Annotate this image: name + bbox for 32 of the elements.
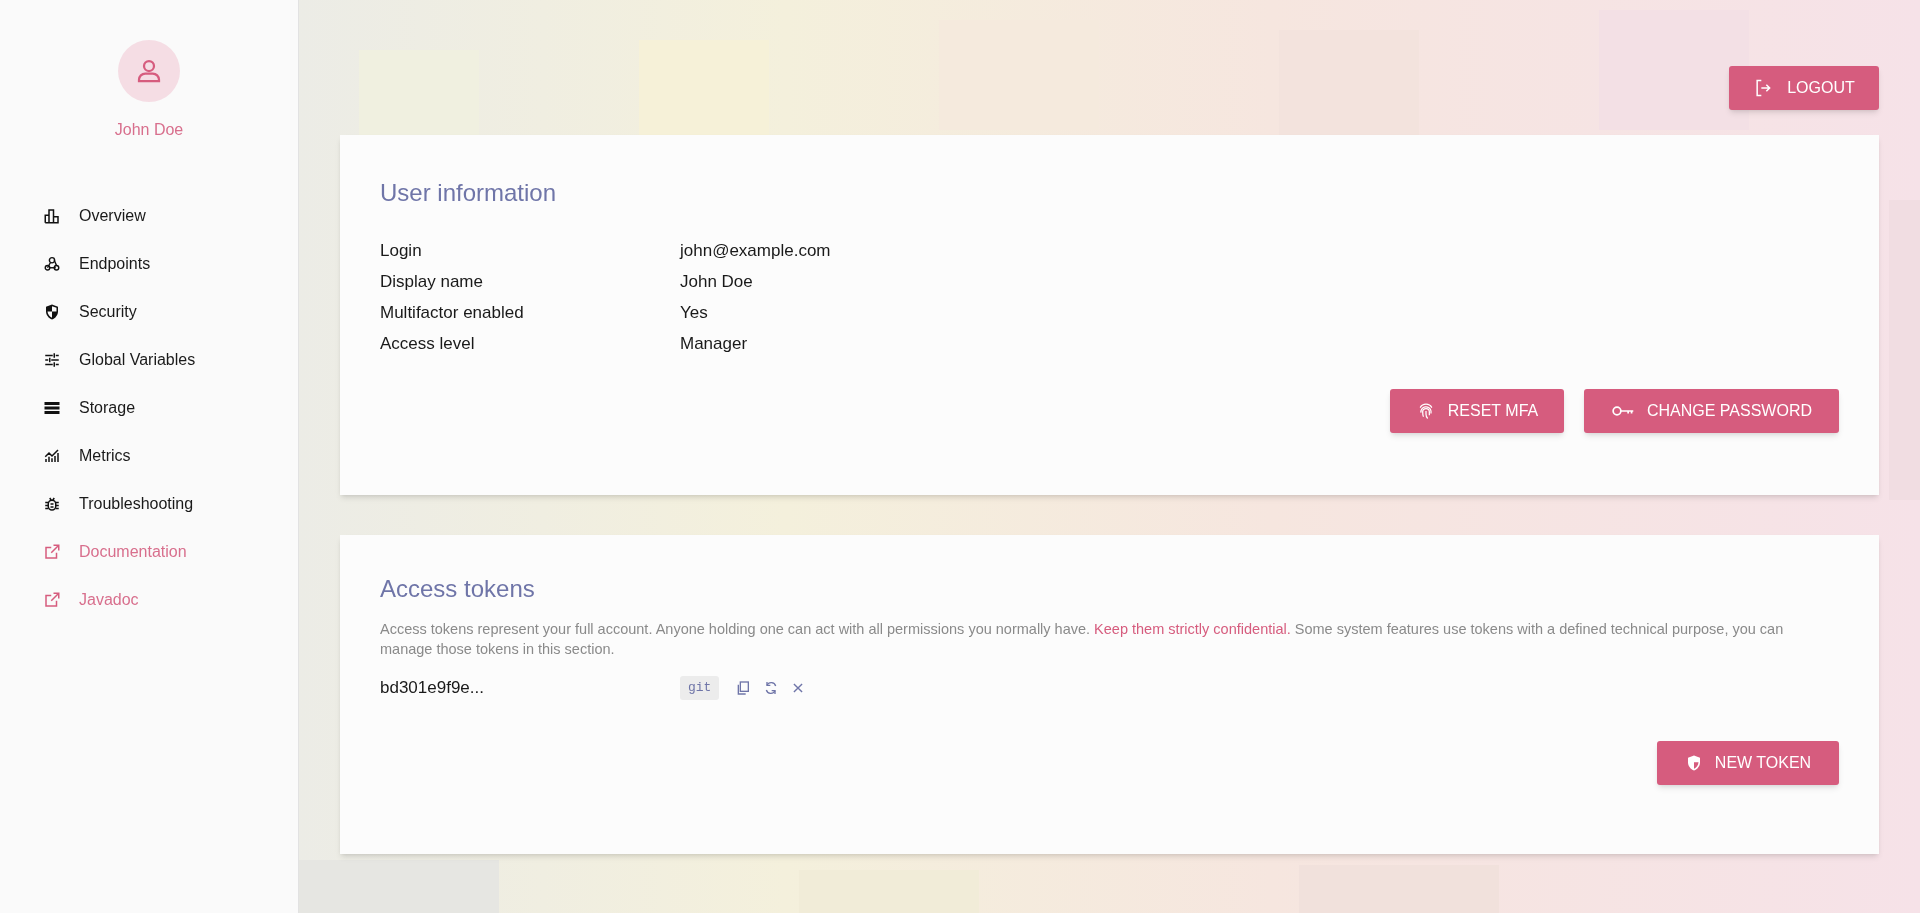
- field-value: John Doe: [680, 270, 753, 293]
- card-title: User information: [380, 178, 558, 208]
- logout-button[interactable]: LOGOUT: [1729, 66, 1879, 110]
- sidebar-item[interactable]: Endpoints: [0, 240, 298, 288]
- change-password-button[interactable]: CHANGE PASSWORD: [1584, 389, 1839, 433]
- sidebar-item[interactable]: Storage: [0, 384, 298, 432]
- token-value: bd301e9f9e...: [380, 677, 485, 700]
- card-title: Access tokens: [380, 574, 536, 604]
- reset-mfa-button[interactable]: RESET MFA: [1390, 389, 1564, 433]
- webhook-icon: [42, 254, 62, 274]
- field-label: Login: [380, 239, 423, 262]
- sidebar-item[interactable]: Security: [0, 288, 298, 336]
- sliders-icon: [42, 350, 62, 370]
- copy-icon[interactable]: [735, 680, 752, 696]
- external-link-icon: [42, 542, 62, 562]
- field-label: Display name: [380, 270, 484, 293]
- chart-icon: [42, 206, 62, 226]
- field-label: Access level: [380, 332, 476, 355]
- user-name: John Doe: [114, 120, 184, 140]
- field-label: Multifactor enabled: [380, 301, 525, 324]
- sidebar-item[interactable]: Troubleshooting: [0, 480, 298, 528]
- description-text: Access tokens represent your full account. Anyone holding one can act with all permissions you normally have. Keep them strictly confidential. Some system features use tokens with a defined technical purpose, you can manage those tokens in this section.: [380, 620, 1785, 659]
- field-value: Yes: [680, 301, 708, 324]
- field-value: john@example.com: [680, 239, 831, 262]
- sidebar-item[interactable]: Global Variables: [0, 336, 298, 384]
- sidebar-item[interactable]: Overview: [0, 192, 298, 240]
- new-token-button[interactable]: NEW TOKEN: [1657, 741, 1839, 785]
- close-icon[interactable]: [791, 681, 806, 695]
- sidebar-item[interactable]: Metrics: [0, 432, 298, 480]
- external-link-icon: [42, 590, 62, 610]
- token-tag: git: [680, 676, 720, 700]
- field-value: Manager: [680, 332, 748, 355]
